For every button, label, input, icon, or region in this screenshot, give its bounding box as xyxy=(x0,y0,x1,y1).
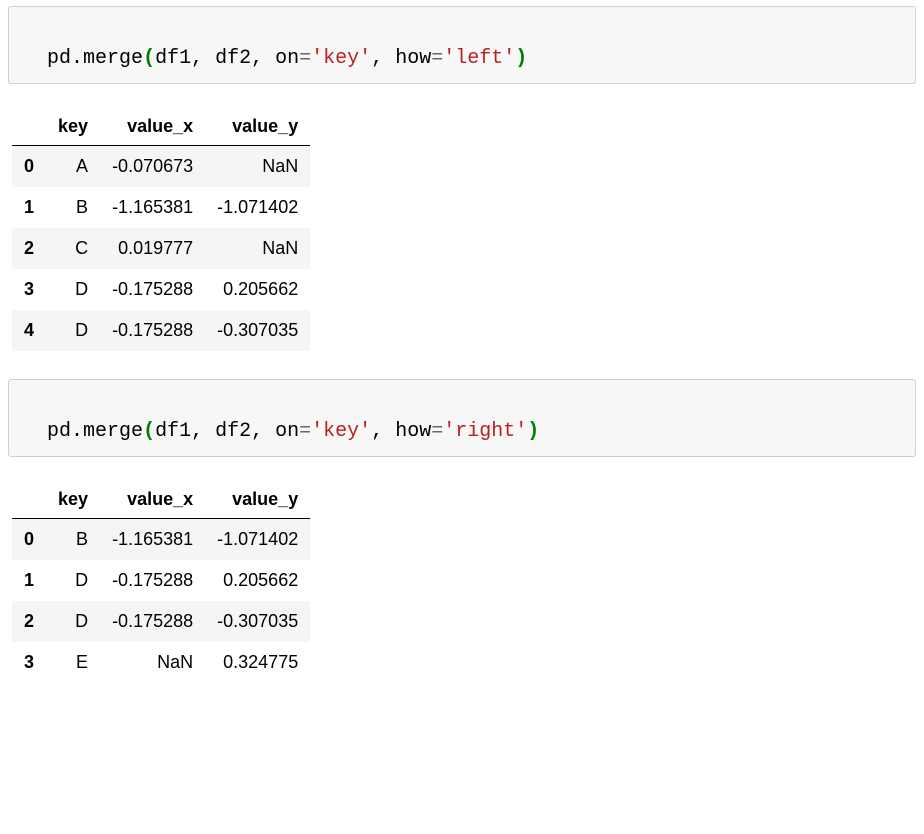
row-index: 3 xyxy=(12,269,46,310)
cell: -0.175288 xyxy=(100,269,205,310)
row-index: 1 xyxy=(12,560,46,601)
table-row: 2C0.019777NaN xyxy=(12,228,310,269)
cell: -1.165381 xyxy=(100,187,205,228)
cell: B xyxy=(46,519,100,561)
cell: 0.324775 xyxy=(205,642,310,683)
cell: D xyxy=(46,601,100,642)
code-cell-1: pd.merge(df1, df2, on='key', how='left') xyxy=(8,6,916,84)
code-token: ( xyxy=(143,47,155,70)
cell: D xyxy=(46,269,100,310)
column-header: value_y xyxy=(205,108,310,146)
code-token: , xyxy=(251,420,275,443)
code-token: 'key' xyxy=(311,420,371,443)
cell: D xyxy=(46,560,100,601)
code-token: how xyxy=(395,47,431,70)
code-token: ( xyxy=(143,420,155,443)
code-token: = xyxy=(431,47,443,70)
code-token: 'left' xyxy=(443,47,515,70)
table-row: 2D-0.175288-0.307035 xyxy=(12,601,310,642)
table-row: 0A-0.070673NaN xyxy=(12,146,310,188)
code-token: ) xyxy=(527,420,539,443)
code-token: df1 xyxy=(155,420,191,443)
cell: -0.307035 xyxy=(205,601,310,642)
row-index: 2 xyxy=(12,228,46,269)
code-token: , xyxy=(251,47,275,70)
output-table-2: keyvalue_xvalue_y0B-1.165381-1.0714021D-… xyxy=(12,481,310,683)
row-index: 1 xyxy=(12,187,46,228)
row-index: 4 xyxy=(12,310,46,351)
code-token: df2 xyxy=(215,47,251,70)
code-token: = xyxy=(299,420,311,443)
cell: -1.165381 xyxy=(100,519,205,561)
cell: D xyxy=(46,310,100,351)
table-corner xyxy=(12,481,46,519)
column-header: value_x xyxy=(100,481,205,519)
cell: -0.307035 xyxy=(205,310,310,351)
cell: A xyxy=(46,146,100,188)
cell: 0.205662 xyxy=(205,560,310,601)
code-token: , xyxy=(191,47,215,70)
cell: C xyxy=(46,228,100,269)
row-index: 0 xyxy=(12,519,46,561)
cell: -0.175288 xyxy=(100,560,205,601)
code-line-1: pd.merge(df1, df2, on='key', how='left') xyxy=(47,47,527,70)
cell: -1.071402 xyxy=(205,519,310,561)
code-token: df2 xyxy=(215,420,251,443)
table-row: 3ENaN0.324775 xyxy=(12,642,310,683)
code-token: , xyxy=(191,420,215,443)
cell: 0.205662 xyxy=(205,269,310,310)
code-token: . xyxy=(71,47,83,70)
cell: NaN xyxy=(205,146,310,188)
cell: 0.019777 xyxy=(100,228,205,269)
code-token: , xyxy=(371,420,395,443)
code-token: pd xyxy=(47,420,71,443)
code-token: = xyxy=(431,420,443,443)
cell: NaN xyxy=(205,228,310,269)
table-row: 4D-0.175288-0.307035 xyxy=(12,310,310,351)
column-header: key xyxy=(46,108,100,146)
table-row: 0B-1.165381-1.071402 xyxy=(12,519,310,561)
column-header: key xyxy=(46,481,100,519)
code-token: merge xyxy=(83,420,143,443)
code-token: pd xyxy=(47,47,71,70)
code-token: = xyxy=(299,47,311,70)
code-token: df1 xyxy=(155,47,191,70)
code-line-2: pd.merge(df1, df2, on='key', how='right'… xyxy=(47,420,539,443)
cell: -0.070673 xyxy=(100,146,205,188)
table-row: 1D-0.1752880.205662 xyxy=(12,560,310,601)
output-table-1-wrap: keyvalue_xvalue_y0A-0.070673NaN1B-1.1653… xyxy=(12,108,912,351)
table-corner xyxy=(12,108,46,146)
code-token: on xyxy=(275,47,299,70)
code-token: ) xyxy=(515,47,527,70)
code-token: 'right' xyxy=(443,420,527,443)
table-row: 3D-0.1752880.205662 xyxy=(12,269,310,310)
code-token: on xyxy=(275,420,299,443)
code-cell-2: pd.merge(df1, df2, on='key', how='right'… xyxy=(8,379,916,457)
cell: E xyxy=(46,642,100,683)
cell: -0.175288 xyxy=(100,310,205,351)
cell: B xyxy=(46,187,100,228)
column-header: value_x xyxy=(100,108,205,146)
row-index: 3 xyxy=(12,642,46,683)
row-index: 0 xyxy=(12,146,46,188)
cell: -1.071402 xyxy=(205,187,310,228)
code-token: merge xyxy=(83,47,143,70)
code-token: how xyxy=(395,420,431,443)
code-token: , xyxy=(371,47,395,70)
row-index: 2 xyxy=(12,601,46,642)
cell: NaN xyxy=(100,642,205,683)
cell: -0.175288 xyxy=(100,601,205,642)
code-token: . xyxy=(71,420,83,443)
output-table-1: keyvalue_xvalue_y0A-0.070673NaN1B-1.1653… xyxy=(12,108,310,351)
table-row: 1B-1.165381-1.071402 xyxy=(12,187,310,228)
output-table-2-wrap: keyvalue_xvalue_y0B-1.165381-1.0714021D-… xyxy=(12,481,912,683)
code-token: 'key' xyxy=(311,47,371,70)
column-header: value_y xyxy=(205,481,310,519)
